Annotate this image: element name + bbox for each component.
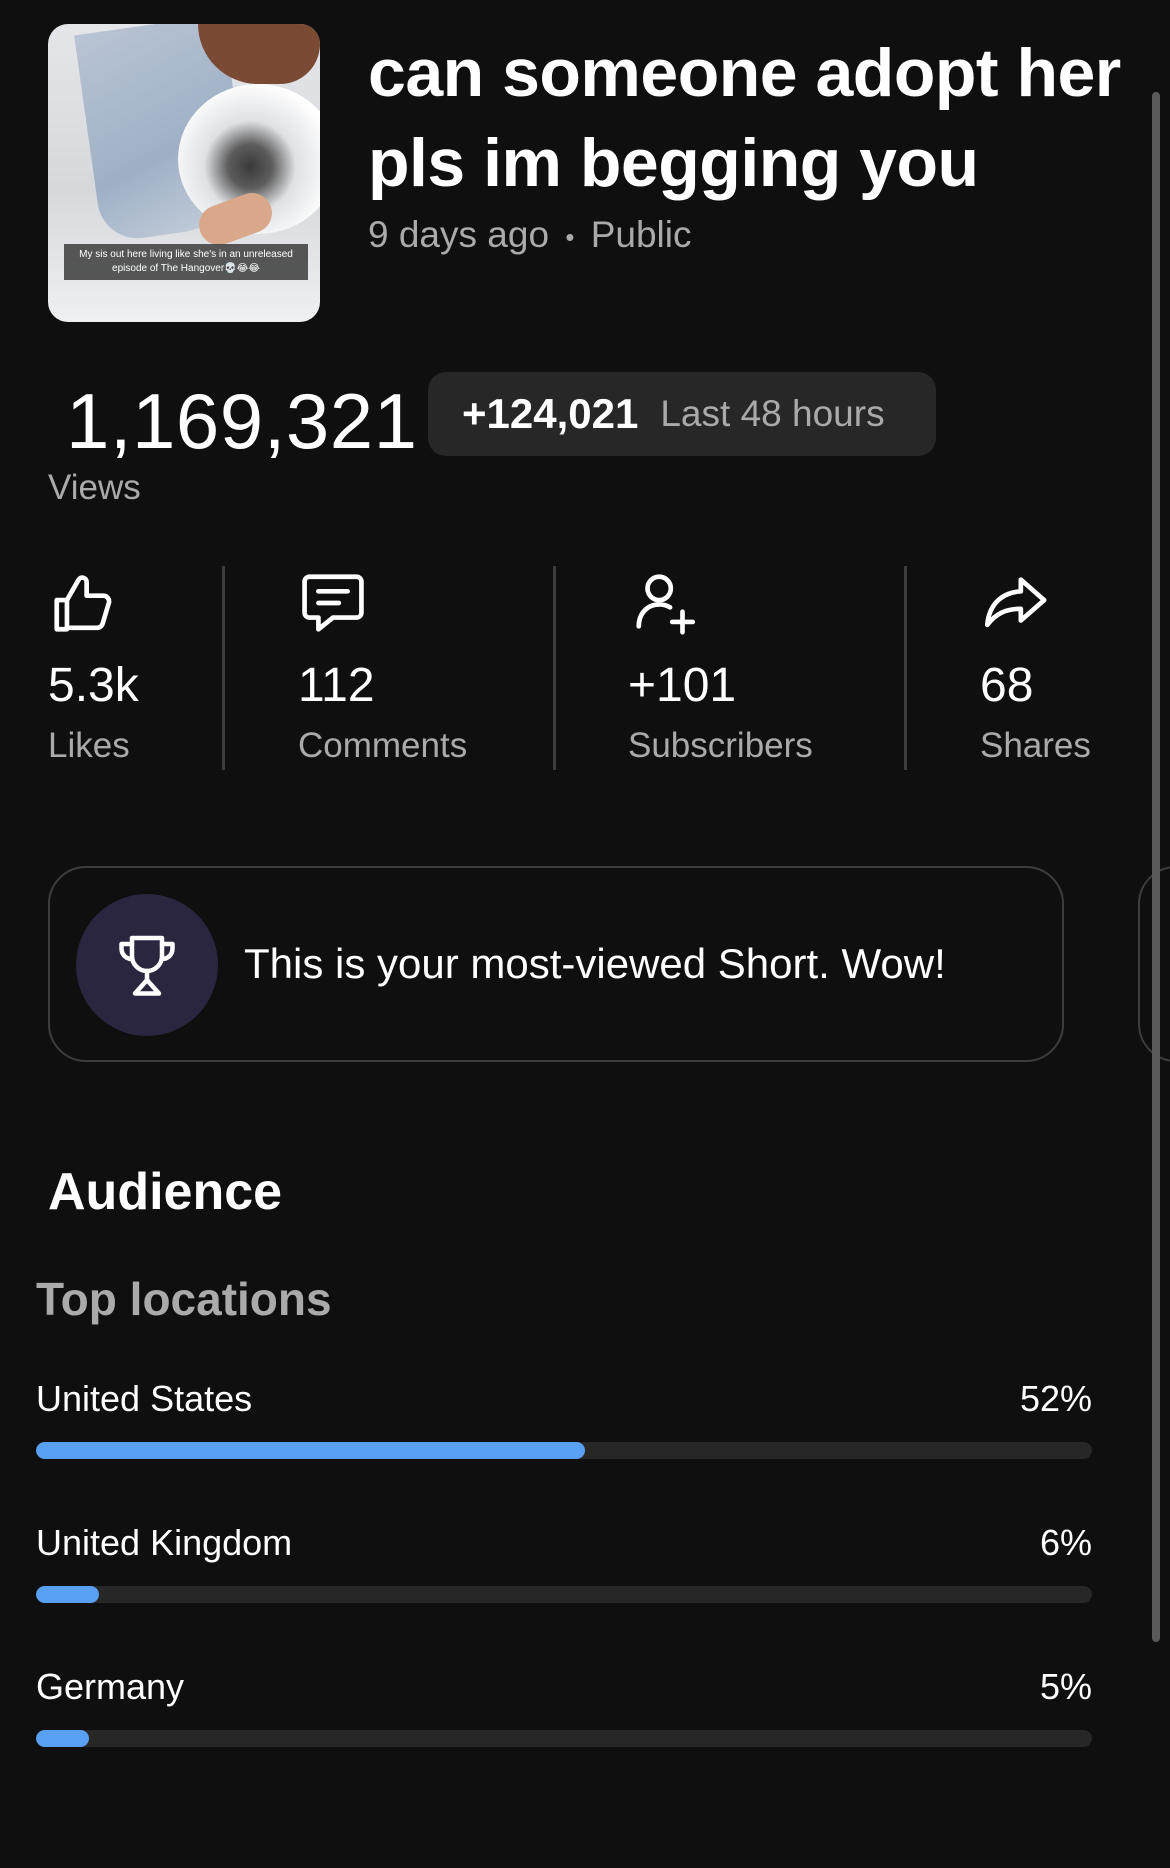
comment-icon [298, 568, 368, 638]
location-bar-track [36, 1442, 1092, 1459]
location-bar-fill [36, 1730, 89, 1747]
thumbs-up-icon [48, 568, 118, 638]
top-locations-heading: Top locations [36, 1273, 332, 1325]
location-bar-track [36, 1586, 1092, 1603]
share-icon [980, 568, 1050, 638]
video-thumbnail[interactable]: My sis out here living like she's in an … [48, 24, 320, 322]
stats-divider [222, 566, 225, 770]
location-name: Germany [36, 1666, 185, 1707]
views-delta-period: Last 48 hours [660, 393, 885, 434]
video-title: can someone adopt her pls im begging you [368, 35, 1121, 201]
views-count: 1,169,321 [66, 377, 418, 465]
scrollbar[interactable] [1152, 92, 1160, 1642]
likes-label: Likes [48, 726, 130, 765]
subscribers-label: Subscribers [628, 726, 813, 765]
stats-divider [904, 566, 907, 770]
shares-label: Shares [980, 726, 1091, 765]
add-person-icon [630, 568, 700, 638]
video-visibility: Public [590, 214, 692, 255]
video-meta: 9 days ago • Public [368, 214, 691, 256]
video-age: 9 days ago [368, 214, 550, 255]
location-bar-fill [36, 1442, 586, 1459]
trophy-icon [119, 935, 175, 996]
shares-value: 68 [980, 659, 1034, 712]
meta-separator: • [565, 221, 575, 252]
audience-heading: Audience [48, 1163, 283, 1221]
views-delta: +124,021 [462, 390, 639, 437]
location-percent: 5% [1039, 1666, 1092, 1707]
thumbnail-caption: My sis out here living like she's in an … [64, 244, 308, 280]
comments-label: Comments [298, 726, 468, 765]
comments-value: 112 [298, 659, 375, 712]
stats-divider [553, 566, 556, 770]
likes-value: 5.3k [48, 659, 139, 712]
trophy-badge [76, 894, 218, 1036]
location-percent: 6% [1039, 1522, 1092, 1563]
location-name: United Kingdom [36, 1522, 293, 1563]
views-label: Views [48, 468, 141, 507]
achievement-text: This is your most-viewed Short. Wow! [244, 940, 946, 987]
subscribers-value: +101 [628, 659, 737, 712]
location-bar-fill [36, 1586, 100, 1603]
location-name: United States [36, 1378, 253, 1419]
location-bar-track [36, 1730, 1092, 1747]
location-percent: 52% [1019, 1378, 1092, 1419]
views-delta-pill: +124,021 Last 48 hours [428, 372, 936, 456]
